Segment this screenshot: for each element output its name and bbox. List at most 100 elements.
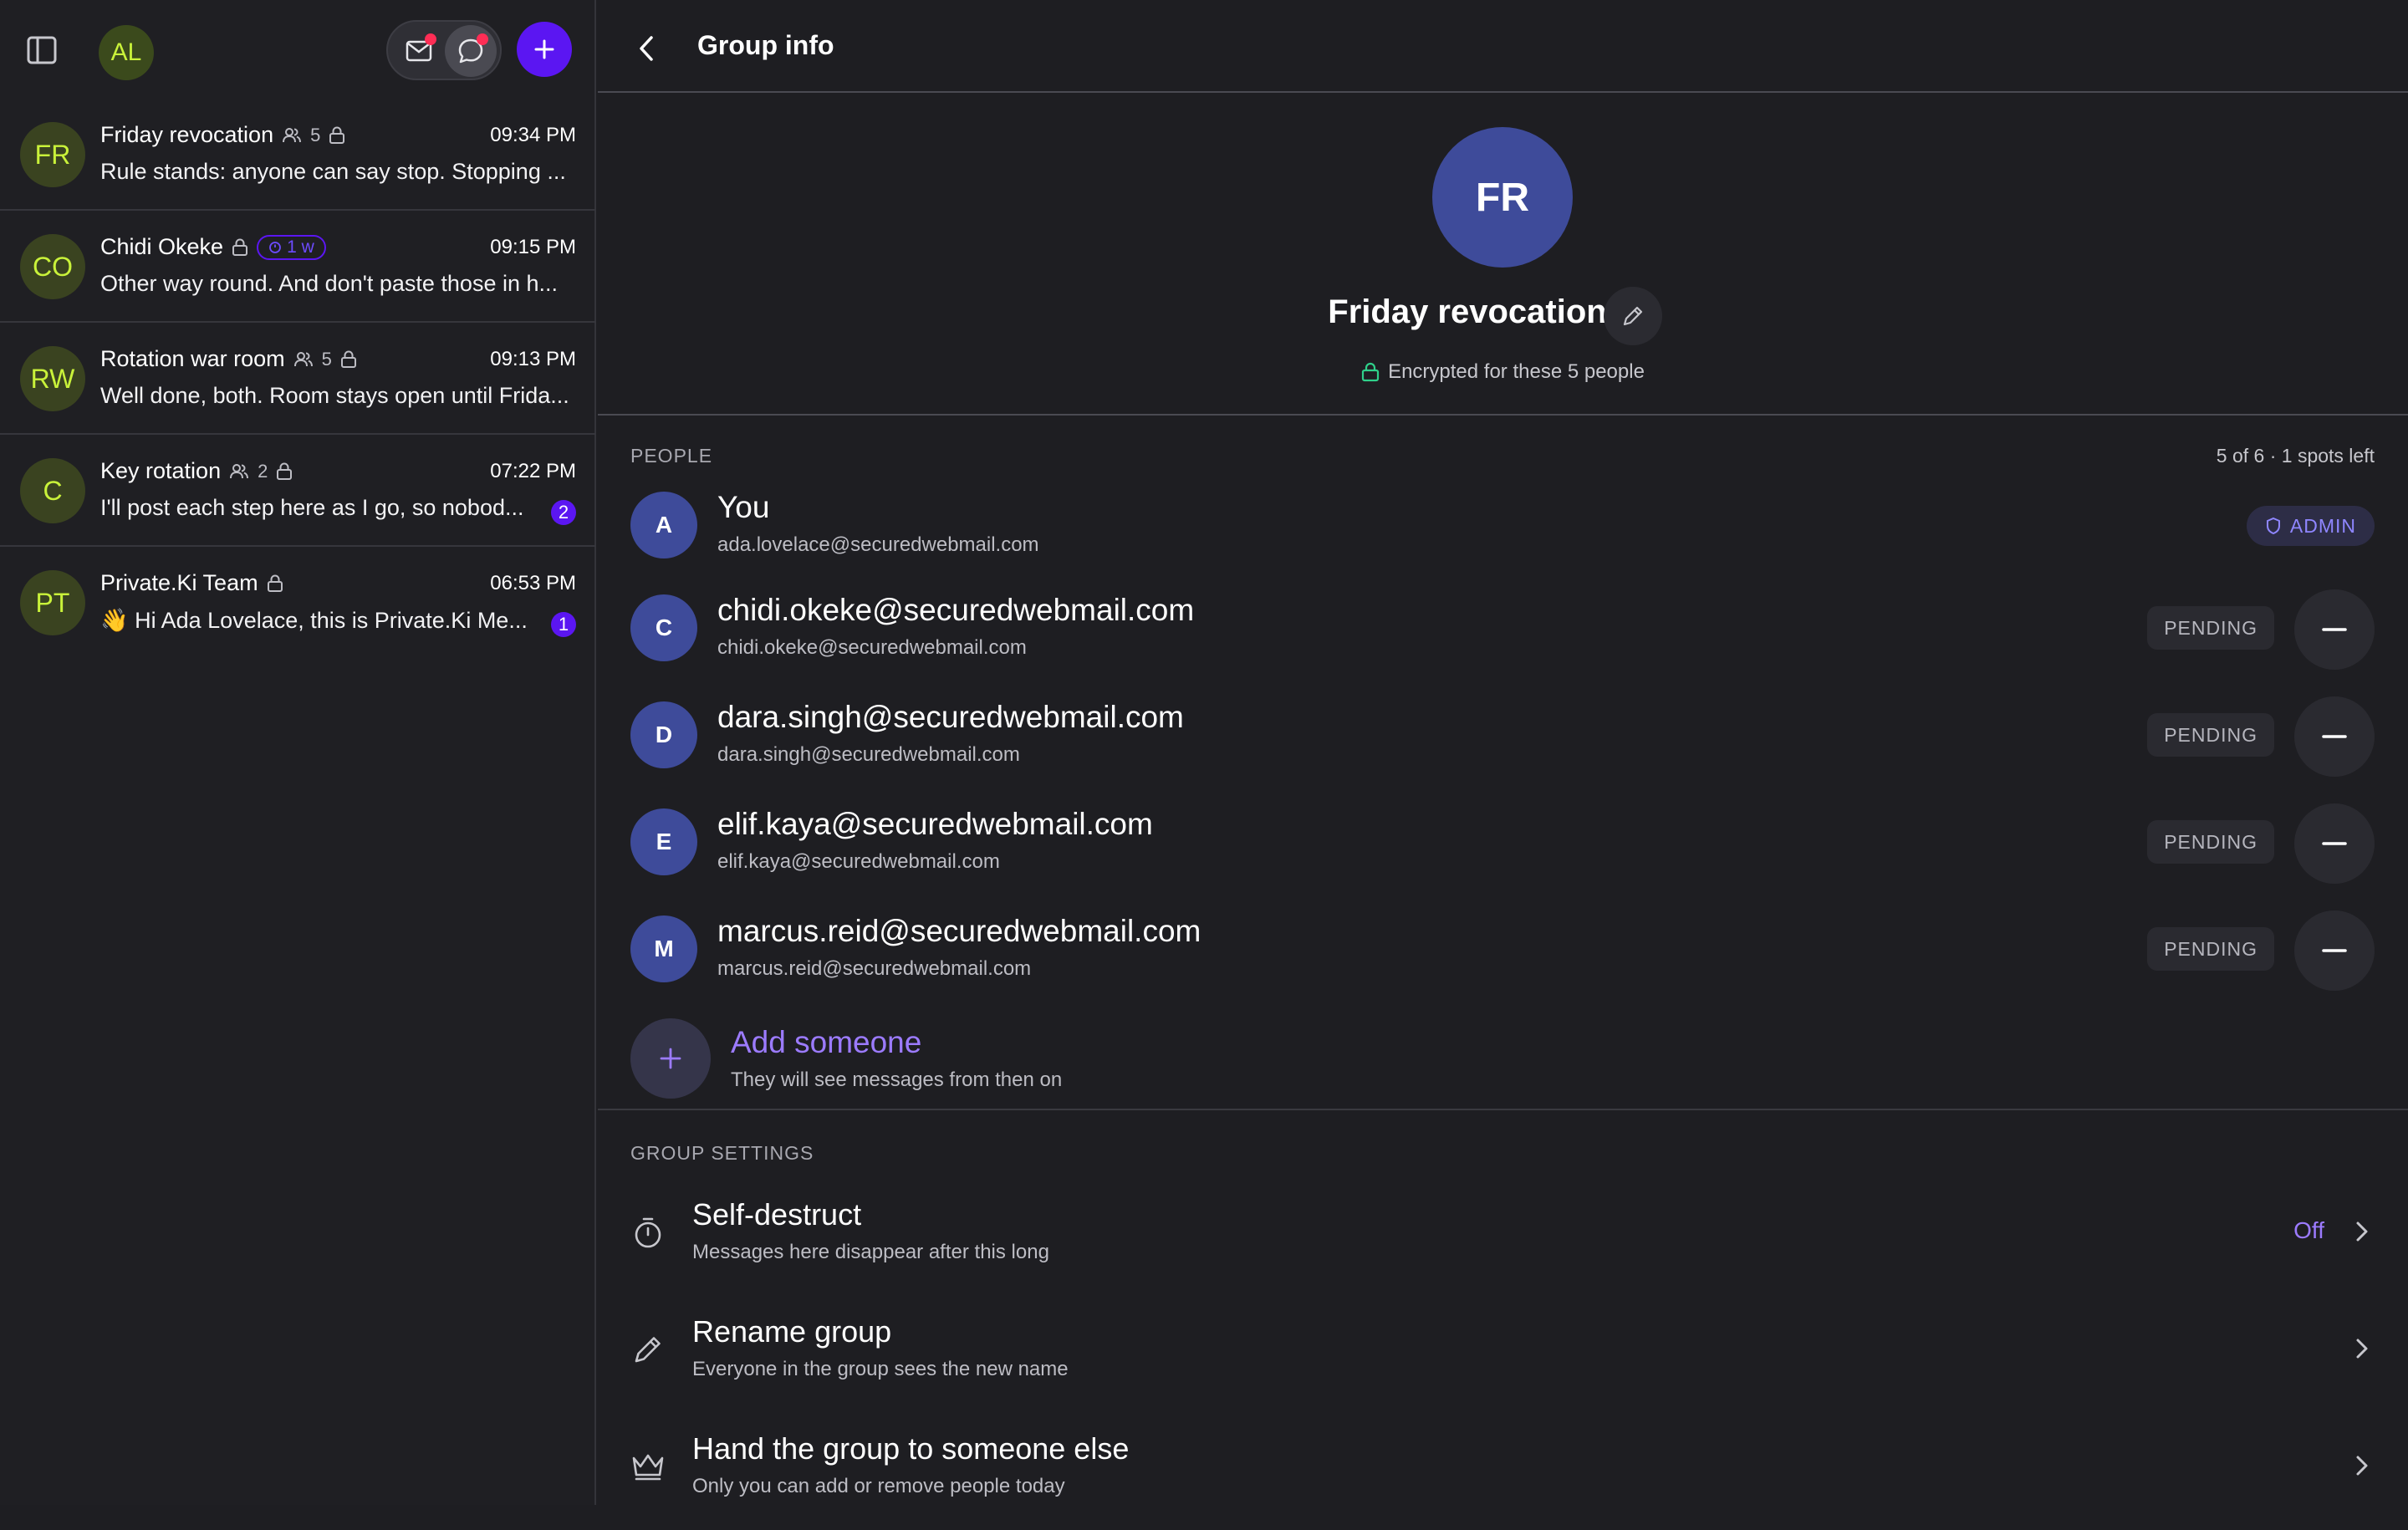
minus-icon — [2322, 842, 2347, 845]
conversation-avatar: C — [20, 458, 85, 523]
remove-member-button[interactable] — [2294, 910, 2375, 991]
remove-member-button[interactable] — [2294, 696, 2375, 777]
remove-member-button[interactable] — [2294, 803, 2375, 884]
member-row: E elif.kaya@securedwebmail.com elif.kaya… — [598, 790, 2408, 897]
back-button[interactable] — [630, 32, 663, 65]
minus-icon — [2322, 735, 2347, 738]
member-row-you: A You ada.lovelace@securedwebmail.com AD… — [598, 473, 2408, 580]
member-email: elif.kaya@securedwebmail.com — [717, 850, 1000, 873]
conversation-title-row: Private.Ki Team — [100, 570, 283, 596]
pending-status-badge: PENDING — [2147, 606, 2274, 650]
plus-icon — [534, 39, 554, 59]
conversation-title-row: Chidi Okeke 1 w — [100, 234, 326, 260]
group-icon — [283, 127, 302, 142]
rename-group-setting[interactable]: Rename group Everyone in the group sees … — [598, 1296, 2408, 1413]
admin-badge: ADMIN — [2246, 506, 2375, 546]
member-email: ada.lovelace@securedwebmail.com — [717, 533, 1039, 556]
conversation-avatar: FR — [20, 122, 85, 187]
conversation-time: 09:34 PM — [490, 124, 576, 146]
remove-member-button[interactable] — [2294, 589, 2375, 670]
member-row: C chidi.okeke@securedwebmail.com chidi.o… — [598, 576, 2408, 683]
group-icon — [293, 351, 313, 366]
conversation-name: Rotation war room — [100, 346, 285, 371]
conversation-title-row: Rotation war room 5 — [100, 346, 357, 372]
add-someone-label[interactable]: Add someone — [731, 1025, 921, 1060]
chat-notification-dot — [477, 33, 488, 45]
member-avatar: E — [630, 808, 697, 875]
page-title: Group info — [697, 30, 834, 60]
timer-icon — [635, 1217, 661, 1248]
setting-icon-wrap — [630, 1214, 666, 1251]
minus-icon — [2322, 949, 2347, 952]
lock-icon — [340, 350, 356, 368]
group-name: Friday revocation — [1328, 293, 1607, 330]
conversation-title-row: Key rotation 2 — [100, 458, 293, 484]
conversation-preview: 👋 Hi Ada Lovelace, this is Private.Ki Me… — [100, 608, 528, 633]
conversation-time: 06:53 PM — [490, 572, 576, 594]
setting-icon-wrap — [630, 1331, 666, 1368]
chat-mode-button[interactable] — [445, 25, 497, 77]
conversation-item-key-rotation[interactable]: C Key rotation 2 07:22 PM I'll post each… — [0, 435, 596, 547]
member-email: chidi.okeke@securedwebmail.com — [717, 636, 1027, 659]
conversation-preview: Other way round. And don't paste those i… — [100, 271, 559, 296]
conversation-item-private-ki-team[interactable]: PT Private.Ki Team 06:53 PM 👋 Hi Ada Lov… — [0, 547, 596, 659]
conversation-avatar: RW — [20, 346, 85, 411]
encryption-note: Encrypted for these 5 people — [598, 360, 2408, 384]
setting-title: Self-destruct — [692, 1197, 862, 1232]
add-member-row[interactable]: Add someone They will see messages from … — [598, 1015, 2408, 1110]
setting-subtitle: Only you can add or remove people today — [692, 1475, 1065, 1497]
conversation-item-friday-revocation[interactable]: FR Friday revocation 5 09:34 PM Rule sta… — [0, 99, 596, 211]
member-row: M marcus.reid@securedwebmail.com marcus.… — [598, 897, 2408, 1004]
setting-value: Off — [2293, 1217, 2324, 1243]
member-name: chidi.okeke@securedwebmail.com — [717, 593, 1195, 627]
group-info-panel: Group info FR Friday revocation Encrypte… — [598, 0, 2408, 1505]
group-avatar: FR — [1432, 127, 1573, 268]
mail-notification-dot — [425, 33, 436, 45]
member-name: marcus.reid@securedwebmail.com — [717, 914, 1201, 948]
member-avatar: M — [630, 915, 697, 982]
group-info-header: Group info — [598, 0, 2408, 93]
plus-icon — [660, 1048, 681, 1069]
new-conversation-button[interactable] — [517, 22, 572, 77]
pending-status-badge: PENDING — [2147, 820, 2274, 864]
sidebar-topbar: AL — [0, 0, 596, 100]
shield-icon — [2266, 517, 2280, 535]
crown-icon — [632, 1454, 664, 1481]
chevron-left-icon — [640, 36, 653, 61]
conversation-time: 09:13 PM — [490, 348, 576, 370]
unread-badge: 2 — [551, 500, 576, 525]
pencil-icon — [1623, 306, 1643, 326]
self-destruct-setting[interactable]: Self-destruct Messages here disappear af… — [598, 1179, 2408, 1296]
chevron-right-icon — [2349, 1219, 2375, 1244]
add-member-button[interactable] — [630, 1018, 711, 1099]
add-someone-hint: They will see messages from then on — [731, 1068, 1063, 1091]
member-count: 5 — [321, 348, 332, 370]
conversation-time: 07:22 PM — [490, 460, 576, 482]
edit-group-name-button[interactable] — [1604, 287, 1662, 345]
chevron-right-icon — [2349, 1453, 2375, 1478]
group-icon — [230, 463, 249, 478]
conversation-item-chidi-okeke[interactable]: CO Chidi Okeke 1 w 09:15 PM Other way ro… — [0, 211, 596, 323]
admin-label: ADMIN — [2289, 514, 2356, 537]
conversation-name: Private.Ki Team — [100, 570, 258, 595]
member-name: dara.singh@securedwebmail.com — [717, 700, 1184, 734]
transfer-ownership-setting[interactable]: Hand the group to someone else Only you … — [598, 1413, 2408, 1530]
pending-status-badge: PENDING — [2147, 713, 2274, 757]
people-section-label: PEOPLE — [630, 445, 713, 467]
member-email: marcus.reid@securedwebmail.com — [717, 957, 1032, 980]
setting-subtitle: Messages here disappear after this long — [692, 1241, 1049, 1263]
sidebar-toggle-button[interactable] — [25, 33, 59, 67]
member-count: 2 — [258, 460, 268, 482]
my-avatar[interactable]: AL — [99, 25, 154, 80]
setting-subtitle: Everyone in the group sees the new name — [692, 1358, 1069, 1380]
member-avatar: C — [630, 594, 697, 661]
conversation-title-row: Friday revocation 5 — [100, 122, 345, 148]
conversation-item-rotation-war-room[interactable]: RW Rotation war room 5 09:13 PM Well don… — [0, 323, 596, 435]
conversation-sidebar: AL FR Friday revocation 5 09:34 PM Rule … — [0, 0, 596, 1505]
pending-status-badge: PENDING — [2147, 927, 2274, 971]
setting-title: Rename group — [692, 1314, 892, 1349]
mail-mode-button[interactable] — [393, 25, 445, 77]
conversation-preview: I'll post each step here as I go, so nob… — [100, 495, 524, 520]
member-avatar: A — [630, 492, 697, 558]
member-name: You — [717, 490, 770, 524]
